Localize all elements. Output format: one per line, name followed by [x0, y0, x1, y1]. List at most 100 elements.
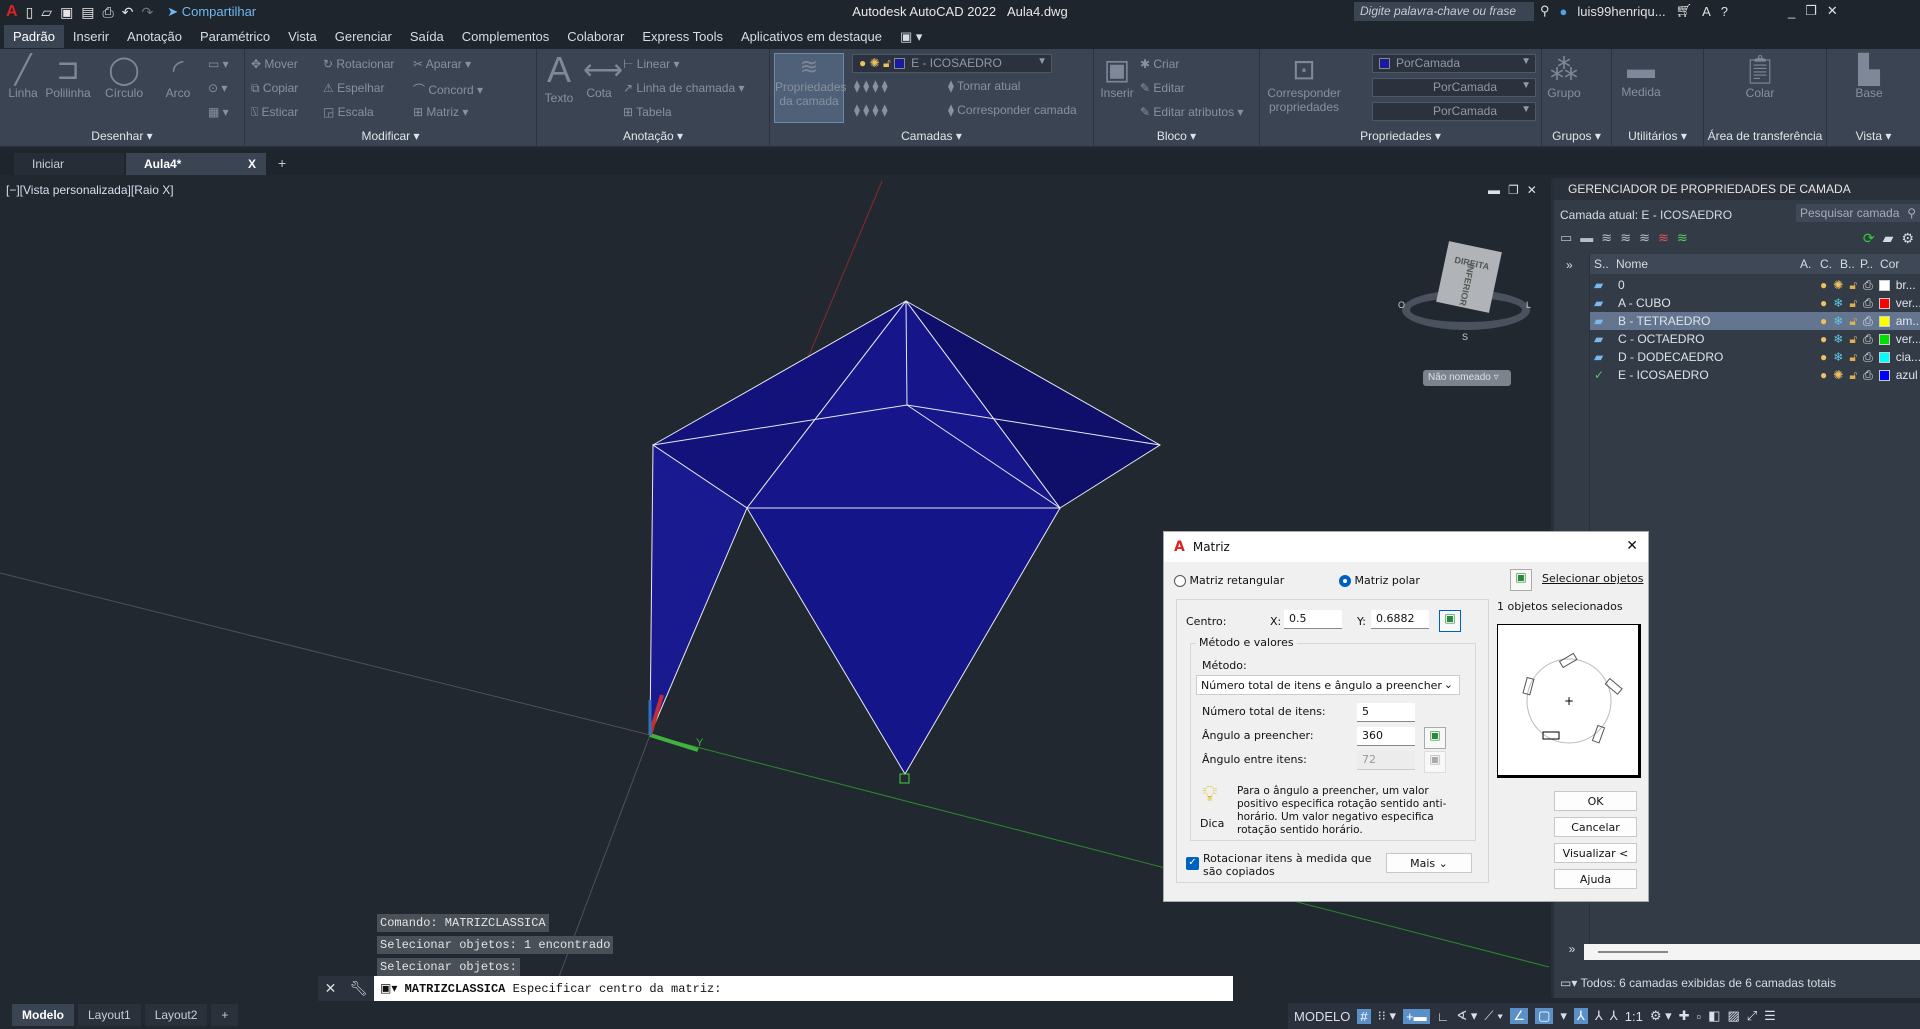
set-current-icon[interactable]: ≋	[1677, 230, 1688, 246]
viewcube-face-inferior[interactable]: INFERIOR	[1458, 263, 1477, 307]
fullscreen-icon[interactable]: ⤢	[1747, 1008, 1757, 1024]
quick-properties-icon[interactable]: ◧	[1708, 1008, 1720, 1024]
color-name[interactable]: ver...	[1896, 296, 1920, 310]
circle-tool[interactable]: ◯ Círculo	[102, 53, 146, 100]
lightbulb-on-icon[interactable]: ●	[1820, 350, 1827, 364]
layer-state-icon[interactable]: ≋	[1639, 230, 1650, 246]
layer-row[interactable]: ▰ C - OCTAEDRO ● ❄ 🔓︎ ⎙ ver...	[1590, 330, 1920, 348]
more-button[interactable]: Mais ⌄	[1386, 853, 1472, 873]
annotation-visibility-icon[interactable]: ⅄	[1573, 1008, 1588, 1024]
method-select[interactable]: Número total de itens e ângulo a preench…	[1196, 675, 1460, 695]
user-menu[interactable]: luis99henriqu...	[1577, 4, 1665, 19]
polyline-tool[interactable]: ⊐ Polilinha	[44, 53, 92, 100]
object-snap-icon[interactable]: ▢	[1535, 1008, 1554, 1024]
color-swatch[interactable]	[1878, 369, 1890, 381]
gear-icon[interactable]: ⚙	[1901, 230, 1914, 247]
ribbon-tab[interactable]: Express Tools	[633, 25, 732, 48]
undo-icon[interactable]: ↶	[122, 4, 134, 21]
expand-filters-icon[interactable]: »	[1566, 258, 1573, 272]
print-icon[interactable]: ⎙	[1863, 278, 1873, 293]
col-name[interactable]: Nome	[1610, 257, 1800, 271]
layer-icon[interactable]: ▰	[1590, 350, 1610, 364]
col-on[interactable]: A.	[1800, 257, 1820, 271]
hatch-icon[interactable]: ⊙ ▾	[208, 81, 227, 95]
leader-tool[interactable]: ↗ Linha de chamada ▾	[623, 81, 745, 95]
snap-icon[interactable]: ⁝⁝ ▾	[1378, 1008, 1396, 1024]
save-icon[interactable]: ▣	[60, 4, 73, 21]
share-button[interactable]: ➤ Compartilhar	[167, 4, 256, 20]
print-icon[interactable]: ⎙	[1863, 350, 1873, 365]
save-as-icon[interactable]: ▤	[81, 4, 94, 21]
workspace-gear-icon[interactable]: ⚙ ▾	[1650, 1008, 1672, 1024]
edit-block-tool[interactable]: ✎ Editar	[1140, 81, 1185, 95]
layer-icon[interactable]: ▰	[1590, 278, 1610, 292]
color-name[interactable]: azul	[1896, 368, 1918, 382]
cart-icon[interactable]: 🛒︎	[1676, 3, 1693, 19]
customize-wrench-icon[interactable]: 🔧︎	[350, 980, 368, 997]
ribbon-tab[interactable]: Colaborar	[558, 25, 633, 48]
annotation-scale-dropdown[interactable]: 1:1	[1625, 1009, 1643, 1024]
color-name[interactable]: br...	[1896, 278, 1916, 292]
layer-icon[interactable]: ▰	[1590, 314, 1610, 328]
viewport-restore-icon[interactable]: ❐	[1508, 183, 1519, 197]
layer-row[interactable]: ▰ B - TETRAEDRO ● ❄ 🔓︎ ⎙ am...	[1590, 312, 1920, 330]
help-search-input[interactable]: Digite palavra-chave ou frase	[1354, 2, 1534, 21]
new-tab-button[interactable]: +	[268, 151, 296, 175]
auto-scale-icon[interactable]: ⅄	[1595, 1008, 1603, 1024]
lightbulb-on-icon[interactable]: ●	[1820, 278, 1827, 292]
help-button[interactable]: Ajuda	[1554, 869, 1637, 889]
match-layer-tool[interactable]: ⧫ Corresponder camada	[948, 103, 1077, 117]
annotation-monitor-icon[interactable]: ✚	[1679, 1008, 1690, 1024]
insert-block-button[interactable]: ▣ Inserir	[1100, 53, 1134, 100]
polar-tracking-icon[interactable]: ∢ ▾	[1456, 1008, 1477, 1024]
lightbulb-on-icon[interactable]: ●	[1820, 332, 1827, 346]
unlock-icon[interactable]: 🔓︎	[1849, 296, 1857, 311]
tab-iniciar[interactable]: Iniciar	[14, 153, 124, 175]
help-icon[interactable]: ?	[1721, 4, 1728, 19]
layer-name[interactable]: B - TETRAEDRO	[1610, 314, 1810, 328]
print-icon[interactable]: ⎙	[1863, 314, 1873, 329]
panel-title[interactable]: Utilitários ▾	[1612, 129, 1703, 143]
close-tab-icon[interactable]: X	[248, 157, 256, 171]
table-tool[interactable]: ⊞ Tabela	[623, 105, 672, 119]
ribbon-tab[interactable]: Vista	[279, 25, 326, 48]
print-icon[interactable]: ⎙	[1863, 296, 1873, 311]
delete-layer-icon[interactable]: ≋	[1658, 230, 1669, 246]
ribbon-options-icon[interactable]: ▣ ▾	[891, 25, 931, 49]
ribbon-tab[interactable]: Paramétrico	[191, 25, 279, 48]
autodesk-app-icon[interactable]: A	[1702, 4, 1711, 19]
new-vp-frozen-layer-icon[interactable]: ≋	[1620, 230, 1631, 246]
panel-title[interactable]: Vista ▾	[1827, 129, 1920, 143]
layer-name[interactable]: A - CUBO	[1610, 296, 1810, 310]
preview-button[interactable]: Visualizar <	[1554, 843, 1637, 863]
ortho-icon[interactable]: ∟	[1437, 1009, 1450, 1024]
tab-layout2[interactable]: Layout2	[144, 1004, 208, 1026]
array-tool[interactable]: ⊞ Matriz ▾	[413, 105, 468, 119]
fill-angle-input[interactable]: 360	[1357, 727, 1415, 746]
layer-name[interactable]: 0	[1610, 278, 1810, 292]
color-name[interactable]: am...	[1896, 314, 1920, 328]
grid-icon[interactable]: #	[1357, 1008, 1371, 1024]
layer-row[interactable]: ▰ 0 ● ✺ 🔓︎ ⎙ br...	[1590, 276, 1920, 294]
panel-title[interactable]: Anotação ▾	[537, 129, 769, 143]
folder-icon[interactable]: ▬	[1580, 230, 1593, 246]
layer-row[interactable]: ▰ D - DODECAEDRO ● ❄ 🔓︎ ⎙ cia...	[1590, 348, 1920, 366]
ribbon-tab[interactable]: Saída	[401, 25, 453, 48]
ribbon-tab[interactable]: Complementos	[453, 25, 558, 48]
compass-west[interactable]: O	[1398, 300, 1405, 310]
layer-tools-row2[interactable]: ⧫ ⧫ ⧫ ⧫	[854, 103, 888, 117]
color-name[interactable]: ver...	[1896, 332, 1920, 346]
ribbon-tab[interactable]: Aplicativos em destaque	[732, 25, 891, 48]
viewport-close-icon[interactable]: ✕	[1527, 183, 1537, 197]
layer-icon[interactable]: ▰	[1590, 296, 1610, 310]
measure-button[interactable]: ▬ Medida	[1618, 53, 1664, 99]
color-swatch[interactable]	[1878, 315, 1890, 327]
arc-tool[interactable]: ◜ Arco	[158, 53, 198, 100]
unlock-icon[interactable]: 🔓︎	[1849, 350, 1857, 365]
open-icon[interactable]: ▱	[41, 4, 52, 21]
col-freeze[interactable]: C.	[1820, 257, 1840, 271]
layer-name[interactable]: E - ICOSAEDRO	[1610, 368, 1810, 382]
select-objects-icon[interactable]: ▣	[1510, 569, 1532, 591]
make-current-tool[interactable]: ⧫ Tornar atual	[948, 79, 1020, 93]
rotate-items-checkbox[interactable]: ✓	[1186, 857, 1199, 870]
